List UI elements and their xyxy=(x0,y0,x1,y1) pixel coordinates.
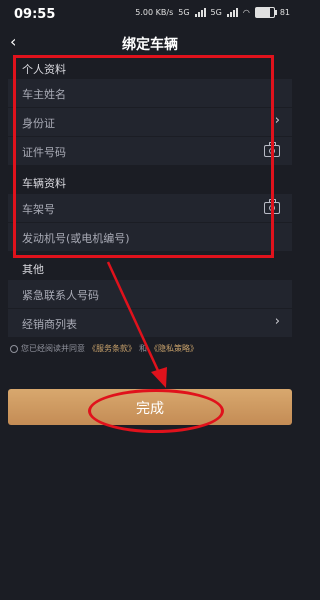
network-2: 5G xyxy=(210,8,222,17)
chevron-right-icon: › xyxy=(274,113,280,128)
annotation-highlight-box xyxy=(13,55,274,258)
battery-icon xyxy=(254,7,277,18)
page-title: 绑定车辆 xyxy=(122,37,178,53)
signal-icon xyxy=(194,8,206,17)
privacy-link[interactable]: 《隐私策略》 xyxy=(150,343,198,354)
emergency-contact-label: 紧急联系人号码 xyxy=(22,289,99,302)
signal-icon-2 xyxy=(226,8,238,17)
agreement-row: 您已经阅读并同意 《服务条款》 和 《隐私策略》 xyxy=(10,343,198,354)
net-speed: 5.00 KB/s xyxy=(135,8,174,17)
status-time: 09:55 xyxy=(14,7,56,22)
annotation-arrow-head xyxy=(151,367,167,388)
emergency-contact-field[interactable]: 紧急联系人号码 xyxy=(8,280,292,308)
terms-link[interactable]: 《服务条款》 xyxy=(88,343,136,354)
battery-level: 81 xyxy=(279,8,290,17)
wifi-icon: ◠ xyxy=(242,8,250,17)
agreement-checkbox[interactable] xyxy=(10,344,18,353)
network-1: 5G xyxy=(178,8,190,17)
dealer-list-label: 经销商列表 xyxy=(22,318,77,331)
status-bar: 09:55 5.00 KB/s 5G 5G ◠ 81 xyxy=(0,0,300,28)
chevron-right-icon: › xyxy=(274,314,280,329)
annotation-ellipse xyxy=(88,389,224,433)
agreement-and: 和 xyxy=(139,344,147,353)
section-other-title: 其他 xyxy=(22,263,44,276)
agreement-prefix: 您已经阅读并同意 xyxy=(21,344,85,353)
dealer-list-selector[interactable]: 经销商列表 › xyxy=(8,309,292,337)
status-icons: 5.00 KB/s 5G 5G ◠ 81 xyxy=(135,7,290,18)
